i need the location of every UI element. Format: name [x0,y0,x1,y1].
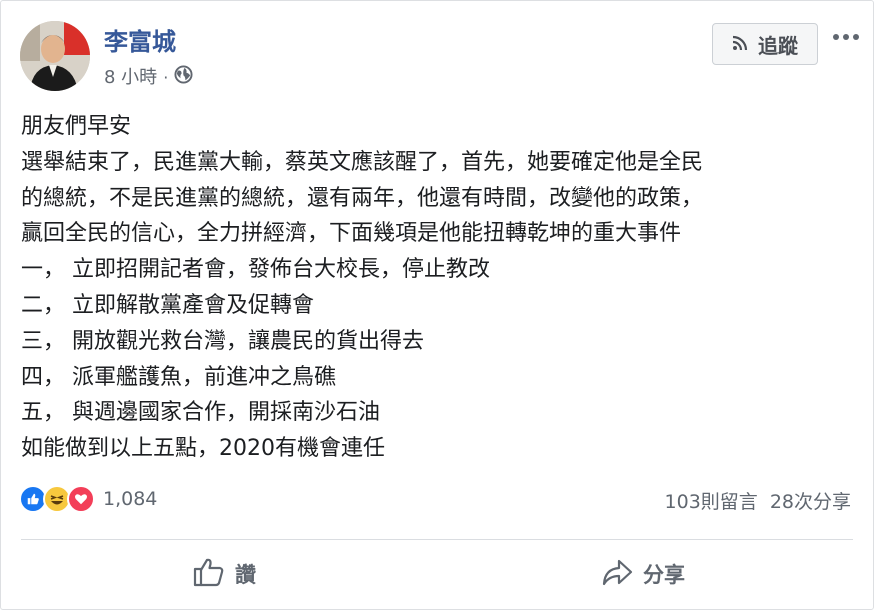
post-text-line: 的總統，不是民進黨的總統，還有兩年，他還有時間，改變他的政策， [21,185,704,211]
author-name[interactable]: 李富城 [104,27,176,57]
post-text-line: 如能做到以上五點，2020有機會連任 [21,436,385,462]
globe-icon [174,65,193,91]
like-label: 讚 [235,563,256,587]
meta-separator: · [163,68,169,87]
follow-button[interactable]: 追蹤 [712,23,818,65]
post-text-line: 三， 開放觀光救台灣，讓農民的貨出得去 [21,328,424,354]
post-text-line: 贏回全民的信心，全力拼經濟，下面幾項是他能扭轉乾坤的重大事件 [21,221,682,247]
avatar[interactable] [20,21,90,91]
reaction-summary[interactable]: 1,084 [19,485,157,513]
share-count-link[interactable]: 28次分享 [770,487,851,514]
engagement-stats: 103則留言 28次分享 [665,487,851,514]
post-text-line: 一， 立即招開記者會，發佈台大校長，停止教改 [21,257,490,283]
post-text-line: 朋友們早安 [21,114,132,139]
follow-label: 追蹤 [758,33,798,58]
post-text-line: 五， 與週邊國家合作，開採南沙石油 [21,400,380,426]
reaction-count: 1,084 [103,488,158,510]
post-timestamp[interactable]: 8 小時 [104,66,157,90]
post-text-line: 四， 派軍艦護魚，前進冲之鳥礁 [21,364,336,390]
more-options-icon[interactable] [829,27,863,47]
avatar-image [20,21,90,91]
post-text-line: 選舉結束了，民進黨大輸，蔡英文應該醒了，首先，她要確定他是全民 [21,149,704,175]
rss-icon [732,32,748,56]
post-body: 朋友們早安 選舉結束了，民進黨大輸，蔡英文應該醒了，首先，她要確定他是全民 的總… [21,109,861,467]
post-meta: 8 小時 · [104,65,193,91]
share-label: 分享 [643,563,685,587]
share-arrow-icon [601,557,633,592]
share-button[interactable]: 分享 [601,553,685,595]
divider [21,539,853,540]
thumbs-up-icon [193,557,225,592]
post-card: 李富城 8 小時 · 追蹤 朋友們早安 選舉結束了，民進黨大輸，蔡英文應該醒了，… [0,0,874,610]
love-reaction-icon [67,485,95,513]
post-text-line: 二， 立即解散黨產會及促轉會 [21,292,314,318]
like-button[interactable]: 讚 [193,553,256,595]
comment-count-link[interactable]: 103則留言 [665,487,758,514]
